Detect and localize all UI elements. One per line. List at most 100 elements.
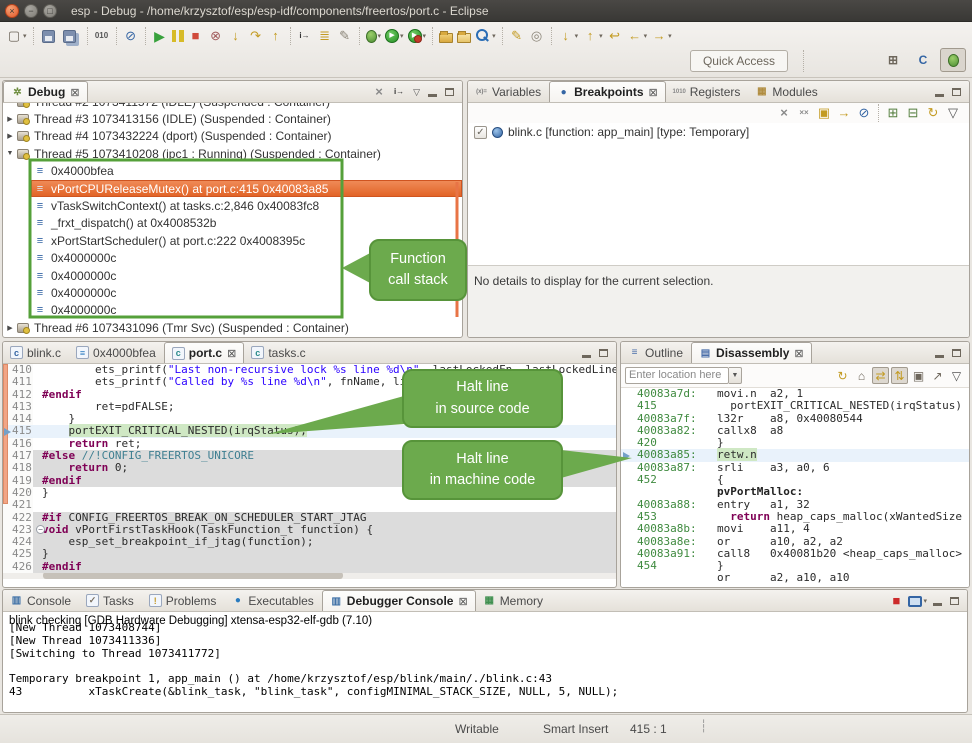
- back-dropdown-icon[interactable]: ▾: [644, 32, 648, 40]
- previous-annotation-icon[interactable]: ↑: [582, 28, 598, 44]
- expander-icon[interactable]: ▶: [3, 324, 17, 332]
- run-icon[interactable]: [385, 29, 399, 43]
- tab-outline[interactable]: ≡Outline: [621, 342, 691, 363]
- breakpoint-row[interactable]: ✓ blink.c [function: app_main] [type: Te…: [468, 123, 969, 141]
- back-icon[interactable]: ←: [627, 28, 643, 44]
- debug-tree-row[interactable]: ▼Thread #5 1073410208 (ipc1 : Running) (…: [3, 145, 462, 162]
- debug-icon[interactable]: [366, 30, 377, 43]
- track-location-icon[interactable]: ⇅: [891, 367, 908, 384]
- remove-all-breakpoints-icon[interactable]: ××: [796, 105, 812, 121]
- tab-0x4000bfea[interactable]: ≡0x4000bfea: [69, 342, 164, 363]
- open-resource-icon[interactable]: [457, 33, 471, 43]
- window-close-button[interactable]: ×: [5, 4, 19, 18]
- mark-occurrences-icon[interactable]: ✎: [509, 28, 525, 44]
- tab-console[interactable]: ▥Console: [3, 590, 79, 611]
- window-minimize-button[interactable]: −: [24, 4, 38, 18]
- maximize-view-icon[interactable]: [445, 88, 454, 96]
- quick-access-button[interactable]: Quick Access: [690, 50, 788, 72]
- next-annotation-icon[interactable]: ↓: [558, 28, 574, 44]
- tab-disassembly[interactable]: ▤Disassembly⊠: [691, 342, 812, 363]
- sync-with-stack-icon[interactable]: ⇄: [872, 367, 889, 384]
- open-console-icon[interactable]: [908, 596, 922, 607]
- open-new-view-icon[interactable]: ↗: [929, 367, 946, 384]
- step-over-icon[interactable]: ↷: [248, 28, 264, 44]
- expander-icon[interactable]: ▶: [3, 115, 17, 123]
- console-output[interactable]: [New Thread 1073408744][New Thread 10734…: [3, 622, 967, 699]
- maximize-view-icon[interactable]: [952, 88, 961, 96]
- tab-port-c[interactable]: cport.c⊠: [164, 342, 245, 363]
- window-maximize-button[interactable]: □: [43, 4, 57, 18]
- minimize-view-icon[interactable]: [935, 94, 944, 97]
- close-tab-icon[interactable]: ⊠: [458, 595, 467, 608]
- minimize-view-icon[interactable]: [933, 603, 942, 606]
- new-wizard-dropdown-icon[interactable]: ▾: [23, 32, 27, 40]
- sash-handle[interactable]: ┆: [700, 719, 706, 733]
- view-menu-icon[interactable]: ▽: [948, 367, 965, 384]
- minimize-view-icon[interactable]: [582, 355, 591, 358]
- location-dropdown-icon[interactable]: ▼: [729, 367, 742, 384]
- stack-frame-row[interactable]: ≡0x4000000c: [3, 302, 462, 319]
- tab-debug[interactable]: ✲ Debug ⊠: [3, 81, 88, 102]
- maximize-view-icon[interactable]: [950, 597, 959, 605]
- link-with-debug-icon[interactable]: ↻: [925, 105, 941, 121]
- minimize-view-icon[interactable]: [428, 94, 437, 97]
- close-tab-icon[interactable]: ⊠: [794, 347, 803, 360]
- cpp-perspective-button[interactable]: C: [910, 48, 936, 72]
- fold-marker-icon[interactable]: −: [36, 525, 45, 534]
- line-number[interactable]: 425: [3, 548, 33, 560]
- open-console-dropdown-icon[interactable]: ▾: [923, 597, 927, 605]
- debug-tree-row[interactable]: ▶Thread #6 1073431096 (Tmr Svc) (Suspend…: [3, 319, 462, 336]
- edit-step-filters-icon[interactable]: ✎: [337, 28, 353, 44]
- disassembly-view[interactable]: 40083a7d:movi.n a2, 1415 portEXIT_CRITIC…: [621, 388, 969, 587]
- external-tools-dropdown-icon[interactable]: ▾: [423, 32, 427, 40]
- new-wizard-icon[interactable]: ▢: [6, 28, 22, 44]
- goto-breakpoint-file-icon[interactable]: →: [836, 105, 852, 121]
- suspend-icon[interactable]: [172, 30, 184, 42]
- tab-memory[interactable]: ▦Memory: [476, 590, 551, 611]
- open-perspective-button[interactable]: ⊞: [880, 48, 906, 72]
- view-menu-icon[interactable]: ▽: [945, 105, 961, 121]
- debug-tree-row[interactable]: Thread #2 1073411572 (IDLE) (Suspended :…: [3, 103, 462, 110]
- remove-all-terminated-icon[interactable]: ×: [371, 84, 387, 100]
- search-dropdown-icon[interactable]: ▾: [492, 32, 496, 40]
- tab-tasks[interactable]: ✓Tasks: [79, 590, 142, 611]
- maximize-view-icon[interactable]: [599, 349, 608, 357]
- resume-icon[interactable]: ▶: [152, 28, 168, 44]
- code-text[interactable]: #endif: [33, 561, 616, 573]
- binary-view-icon[interactable]: 010: [94, 28, 110, 44]
- skip-all-breakpoints-icon[interactable]: ⊘: [856, 105, 872, 121]
- stack-frame-row[interactable]: ≡vPortCPUReleaseMutex() at port.c:415 0x…: [3, 180, 462, 197]
- filter-breakpoints-icon[interactable]: ▣: [816, 105, 832, 121]
- forward-icon[interactable]: →: [651, 28, 667, 44]
- stack-frame-row[interactable]: ≡vTaskSwitchContext() at tasks.c:2,846 0…: [3, 197, 462, 214]
- terminate-icon[interactable]: ■: [888, 593, 904, 609]
- run-dropdown-icon[interactable]: ▾: [400, 32, 404, 40]
- tab-tasks-c[interactable]: ctasks.c: [244, 342, 313, 363]
- next-annotation-dropdown-icon[interactable]: ▾: [575, 32, 579, 40]
- home-icon[interactable]: ⌂: [853, 367, 870, 384]
- tab-registers[interactable]: 1010Registers: [666, 81, 749, 102]
- maximize-view-icon[interactable]: [952, 349, 961, 357]
- use-step-filters-icon[interactable]: ≣: [317, 28, 333, 44]
- instruction-stepping-icon[interactable]: i→: [297, 28, 313, 44]
- stack-frame-row[interactable]: ≡_frxt_dispatch() at 0x4008532b: [3, 215, 462, 232]
- scrollbar-thumb[interactable]: [43, 572, 343, 579]
- debug-dropdown-icon[interactable]: ▾: [378, 32, 382, 40]
- debug-perspective-button[interactable]: [940, 48, 966, 72]
- line-number[interactable]: 422: [3, 512, 33, 524]
- new-disassembly-view-icon[interactable]: ▣: [910, 367, 927, 384]
- skip-all-breakpoints-icon[interactable]: ⊘: [123, 28, 139, 44]
- breakpoint-checkbox[interactable]: ✓: [474, 126, 487, 139]
- tab-modules[interactable]: ▦Modules: [748, 81, 825, 102]
- tab-blink-c[interactable]: cblink.c: [3, 342, 69, 363]
- close-tab-icon[interactable]: ⊠: [227, 347, 236, 360]
- save-icon[interactable]: [42, 30, 55, 43]
- debug-tree-row[interactable]: ▶Thread #4 1073432224 (dport) (Suspended…: [3, 128, 462, 145]
- view-menu-icon[interactable]: ▽: [413, 87, 420, 98]
- step-into-icon[interactable]: ↓: [228, 28, 244, 44]
- previous-annotation-dropdown-icon[interactable]: ▾: [599, 32, 603, 40]
- tab-debugger-console[interactable]: ▥Debugger Console⊠: [322, 590, 476, 611]
- terminate-icon[interactable]: ■: [188, 28, 204, 44]
- debug-tree-row[interactable]: ▶Thread #3 1073413156 (IDLE) (Suspended …: [3, 110, 462, 127]
- external-tools-icon[interactable]: [408, 29, 422, 43]
